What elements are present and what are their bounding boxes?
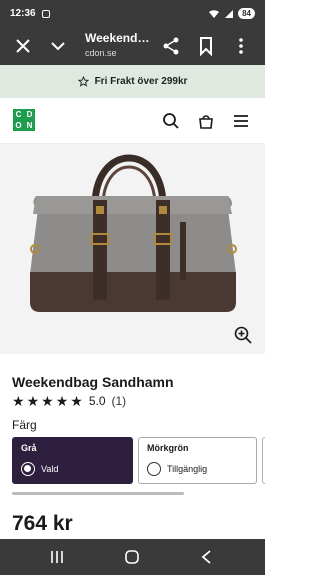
product-image[interactable] (0, 144, 265, 354)
page-url[interactable]: cdon.se (85, 48, 117, 58)
color-option-gra[interactable]: Grå Vald (12, 437, 133, 484)
page-title[interactable]: Weekend… (85, 31, 149, 45)
logo-letter: N (24, 120, 35, 131)
status-time: 12:36 (10, 8, 36, 19)
chevron-down-icon[interactable] (48, 36, 68, 56)
color-option-partial[interactable] (262, 437, 265, 484)
zoom-in-icon[interactable] (233, 325, 253, 345)
option-name: Grå (21, 443, 37, 453)
wifi-icon (209, 9, 220, 18)
promo-text: Fri Frakt över 299kr (94, 76, 188, 87)
home-icon[interactable] (123, 548, 141, 566)
screenshot-indicator-icon (41, 9, 50, 18)
review-count[interactable]: (1) (112, 394, 127, 408)
product-rating[interactable]: ★ ★ ★ ★ ★ 5.0 (1) (12, 394, 126, 408)
options-scrollbar[interactable] (12, 492, 184, 495)
duffel-bag-image (30, 154, 237, 312)
option-status: Vald (41, 464, 59, 474)
menu-icon[interactable] (232, 112, 250, 130)
search-icon[interactable] (162, 112, 180, 130)
promo-banner: Fri Frakt över 299kr (0, 65, 265, 98)
color-option-morkgron[interactable]: Mörkgrön Tillgänglig (138, 437, 257, 484)
star-outline-icon (77, 76, 89, 87)
bookmark-icon[interactable] (196, 36, 216, 56)
star-icon: ★ (41, 393, 54, 409)
cart-icon[interactable] (197, 112, 215, 130)
radio-unselected-icon (147, 462, 161, 476)
star-icon: ★ (12, 393, 25, 409)
rating-value: 5.0 (88, 394, 106, 408)
logo-letter: O (13, 120, 24, 131)
radio-selected-icon (21, 462, 35, 476)
status-right: 84 (208, 8, 255, 19)
recent-apps-icon[interactable] (48, 548, 66, 566)
share-icon[interactable] (161, 36, 181, 56)
logo-letter: D (24, 109, 35, 120)
star-icon: ★ (26, 393, 40, 409)
status-bar: 12:36 84 (0, 0, 265, 27)
close-icon[interactable] (13, 36, 33, 56)
color-label: Färg (12, 418, 37, 432)
back-icon[interactable] (198, 548, 216, 566)
product-name: Weekendbag Sandhamn (12, 374, 174, 390)
option-status: Tillgänglig (167, 464, 208, 474)
cdon-logo[interactable]: C D O N (13, 109, 35, 131)
browser-toolbar: Weekend… cdon.se (0, 27, 265, 65)
option-name: Mörkgrön (147, 443, 189, 453)
star-icon: ★ (70, 393, 83, 409)
site-header: C D O N (0, 98, 265, 144)
system-nav-bar (0, 539, 265, 575)
logo-letter: C (13, 109, 24, 120)
product-price: 764 kr (12, 512, 73, 535)
screen: 12:36 84 Weekend… cdon.se Fri Frakt över… (0, 0, 265, 575)
battery-level: 84 (238, 8, 255, 19)
more-icon[interactable] (231, 36, 251, 56)
signal-icon (225, 9, 234, 18)
star-icon: ★ (55, 393, 69, 409)
